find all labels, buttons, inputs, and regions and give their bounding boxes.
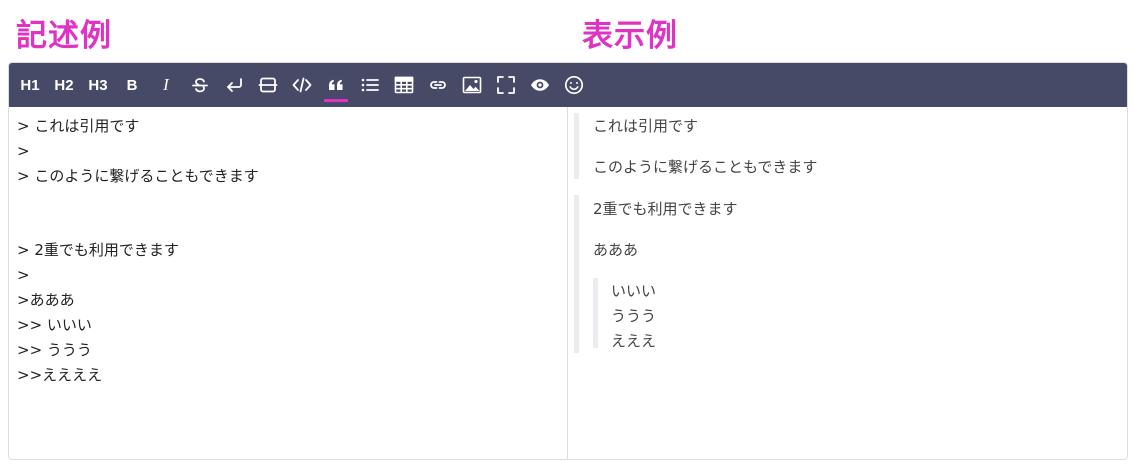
strikethrough-button[interactable] xyxy=(185,63,215,107)
markdown-source-pane[interactable]: > これは引用です > > このように繋げることもできます > 2重でも利用でき… xyxy=(9,107,568,459)
source-line: > 2重でも利用できます xyxy=(17,241,179,259)
source-line: >> いいい xyxy=(17,316,92,334)
source-line: >あああ xyxy=(17,291,75,309)
preview-button[interactable] xyxy=(525,63,555,107)
nested-blockquote-bar xyxy=(593,278,598,348)
line-break-button[interactable] xyxy=(219,63,249,107)
blockquote-2-text: 2重でも利用できます xyxy=(593,200,738,218)
horizontal-rule-icon xyxy=(258,77,278,93)
nested-blockquote-text: えええ xyxy=(611,332,657,350)
bold-label: B xyxy=(126,76,138,94)
bold-button[interactable]: B xyxy=(117,63,147,107)
source-line: >>ええええ xyxy=(17,366,103,384)
blockquote-2-text: あああ xyxy=(593,241,639,259)
editor-toolbar: H1 H2 H3 B I xyxy=(9,63,1127,107)
list-button[interactable] xyxy=(355,63,385,107)
strikethrough-icon xyxy=(192,78,208,93)
source-line: > xyxy=(17,142,30,160)
source-line: > このように繋げることもできます xyxy=(17,167,259,185)
blockquote-1-bar xyxy=(574,113,579,179)
italic-label: I xyxy=(163,75,169,94)
table-icon xyxy=(394,76,414,94)
link-icon xyxy=(430,81,446,89)
emoji-button[interactable] xyxy=(559,63,589,107)
heading-2-label: H2 xyxy=(54,76,74,94)
quote-icon xyxy=(329,79,343,90)
emoji-icon xyxy=(564,75,584,95)
quote-button[interactable] xyxy=(321,63,351,107)
fullscreen-button[interactable] xyxy=(491,63,521,107)
link-button[interactable] xyxy=(423,63,453,107)
source-line: >> ううう xyxy=(17,341,92,359)
horizontal-rule-button[interactable] xyxy=(253,63,283,107)
italic-button[interactable]: I xyxy=(151,63,181,107)
preview-example-heading: 表示例 xyxy=(582,18,678,54)
list-icon xyxy=(361,78,379,92)
preview-eye-icon xyxy=(531,79,549,91)
fullscreen-icon xyxy=(497,76,515,94)
source-line: > xyxy=(17,266,30,284)
nested-blockquote-text: ううう xyxy=(611,307,657,325)
heading-1-label: H1 xyxy=(20,76,40,94)
code-button[interactable] xyxy=(287,63,317,107)
heading-2-button[interactable]: H2 xyxy=(49,63,79,107)
image-button[interactable] xyxy=(457,63,487,107)
blockquote-2-bar xyxy=(574,195,579,353)
markdown-editor: H1 H2 H3 B I > これは引用です > > このように繋げることもでき… xyxy=(8,62,1128,460)
code-icon xyxy=(292,77,312,93)
image-icon xyxy=(462,76,482,94)
markdown-preview-pane: これは引用です このように繋げることもできます 2重でも利用できます あああ い… xyxy=(569,107,1127,459)
heading-3-label: H3 xyxy=(88,76,108,94)
blockquote-1-text: これは引用です xyxy=(593,117,699,135)
table-button[interactable] xyxy=(389,63,419,107)
source-line: > これは引用です xyxy=(17,117,140,135)
nested-blockquote-text: いいい xyxy=(611,282,657,300)
heading-3-button[interactable]: H3 xyxy=(83,63,113,107)
heading-1-button[interactable]: H1 xyxy=(15,63,45,107)
blockquote-1-text: このように繋げることもできます xyxy=(593,158,818,176)
line-break-icon xyxy=(227,78,242,92)
source-example-heading: 記述例 xyxy=(16,18,112,54)
